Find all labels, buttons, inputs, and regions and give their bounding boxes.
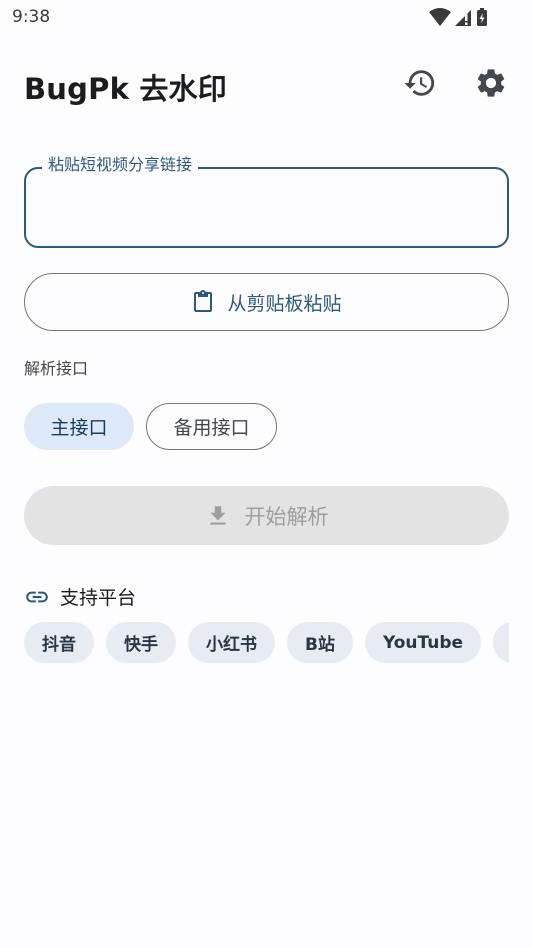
status-icons xyxy=(429,8,493,28)
api-section-label: 解析接口 xyxy=(24,359,89,378)
start-parse-button[interactable]: 开始解析 xyxy=(24,486,509,545)
status-time: 9:38 xyxy=(12,7,51,27)
start-parse-label: 开始解析 xyxy=(244,504,329,529)
platform-chip-xiaohongshu[interactable]: 小红书 xyxy=(188,622,275,663)
url-input[interactable] xyxy=(40,190,490,226)
platform-chip-douyin[interactable]: 抖音 xyxy=(24,622,94,663)
paste-button-label: 从剪贴板粘贴 xyxy=(227,292,342,315)
platforms-header: 支持平台 xyxy=(24,583,136,610)
app-title: BugPk 去水印 xyxy=(24,72,227,106)
api-chip-backup[interactable]: 备用接口 xyxy=(146,403,277,450)
url-field-label: 粘贴短视频分享链接 xyxy=(42,155,199,175)
platform-chip-more[interactable] xyxy=(493,622,509,663)
platform-chip-bilibili[interactable]: B站 xyxy=(287,622,353,663)
settings-button[interactable] xyxy=(469,61,513,105)
api-chip-primary[interactable]: 主接口 xyxy=(24,403,134,450)
clipboard-icon xyxy=(194,290,213,312)
platform-chip-youtube[interactable]: YouTube xyxy=(364,622,482,663)
platforms-title: 支持平台 xyxy=(60,587,137,609)
history-button[interactable] xyxy=(398,61,442,105)
platform-list: 抖音 快手 小红书 B站 YouTube xyxy=(24,622,509,664)
download-icon xyxy=(209,505,226,525)
signal-icon xyxy=(455,10,471,26)
platform-chip-kuaishou[interactable]: 快手 xyxy=(106,622,176,663)
status-bar: 9:38 xyxy=(0,0,533,36)
battery-icon xyxy=(477,8,487,26)
paste-from-clipboard-button[interactable]: 从剪贴板粘贴 xyxy=(24,273,509,331)
link-icon xyxy=(26,591,48,602)
gear-icon xyxy=(477,69,505,97)
wifi-icon xyxy=(429,8,451,26)
history-icon xyxy=(404,70,435,96)
